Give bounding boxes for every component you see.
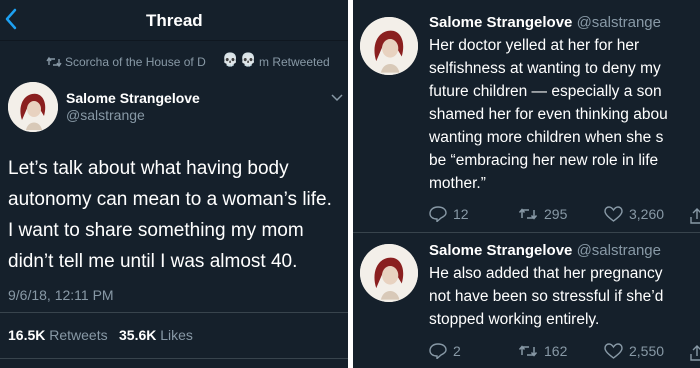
reply-text-line: selfishness at wanting to deny my	[429, 60, 661, 77]
thread-panel: Thread Scorcha of the House of D 💀 💀 m R…	[0, 0, 348, 368]
likes-stat[interactable]: 35.6K Likes	[119, 327, 193, 343]
like-action[interactable]: 3,260	[604, 206, 664, 222]
retweet-action[interactable]: 162	[518, 343, 567, 359]
reply-text-line: mother.”	[429, 175, 486, 192]
tweet-text-line: Let’s talk about what having body	[8, 158, 289, 179]
page-title: Thread	[146, 11, 203, 30]
like-icon	[604, 343, 623, 359]
divider	[0, 312, 348, 313]
retweet-icon	[518, 345, 538, 357]
share-icon[interactable]	[690, 345, 700, 361]
likes-count: 35.6K	[119, 327, 157, 343]
retweet-icon	[46, 56, 62, 68]
reply-action[interactable]: 2	[429, 343, 461, 359]
author-name[interactable]: Salome Strangelove	[66, 90, 200, 106]
retweet-icon	[518, 208, 538, 220]
likes-label: Likes	[160, 327, 193, 343]
tweet-text-line: didn’t tell me until I was almost 40.	[8, 251, 298, 272]
avatar[interactable]	[360, 17, 418, 75]
author-handle[interactable]: @salstrange	[577, 242, 661, 259]
reply-text-line: be “embracing her new role in life	[429, 152, 659, 169]
like-count: 2,550	[629, 343, 665, 359]
skull-icon: 💀	[240, 52, 257, 67]
header-divider	[0, 40, 348, 41]
author-handle[interactable]: @salstrange	[577, 14, 661, 31]
divider	[0, 358, 348, 359]
back-chevron-icon	[5, 8, 17, 30]
retweet-banner-name[interactable]: Scorcha of the House of D	[65, 55, 206, 69]
author-name[interactable]: Salome Strangelove	[429, 242, 572, 259]
reply-header: Salome Strangelove @salstrange	[429, 242, 661, 259]
replies-panel: Salome Strangelove @salstrange Her docto…	[353, 0, 700, 368]
like-count: 3,260	[629, 206, 665, 222]
reply-text-line: future children — especially a son	[429, 83, 662, 100]
back-button[interactable]	[4, 8, 24, 32]
reply-header: Salome Strangelove @salstrange	[429, 14, 661, 31]
reply-icon	[429, 343, 447, 359]
tweet-text-line: autonomy can mean to a woman’s life.	[8, 189, 332, 210]
tweet-timestamp: 9/6/18, 12:11 PM	[8, 287, 114, 303]
retweets-label: Retweets	[49, 327, 108, 343]
reply-text-line: shamed her for even thinking abou	[429, 106, 668, 123]
reply-text-line: He also added that her pregnancy	[429, 265, 663, 282]
avatar[interactable]	[360, 244, 418, 302]
tweet-text-line: I want to share something my mom	[8, 220, 304, 241]
reply-text-line: Her doctor yelled at her for her	[429, 37, 640, 54]
retweet-count: 295	[544, 206, 568, 222]
retweet-count: 162	[544, 343, 568, 359]
chevron-down-icon[interactable]	[331, 94, 343, 102]
reply-text-line: wanting more children when she s	[429, 129, 664, 146]
like-icon	[604, 206, 623, 222]
retweets-stat[interactable]: 16.5K Retweets	[8, 327, 108, 343]
reply-text-line: not have been so stressful if she’d	[429, 288, 664, 305]
reply-count: 12	[453, 206, 469, 222]
avatar[interactable]	[8, 82, 58, 132]
reply-icon	[429, 206, 447, 222]
author-name[interactable]: Salome Strangelove	[429, 14, 572, 31]
author-handle[interactable]: @salstrange	[66, 107, 145, 123]
share-icon[interactable]	[690, 208, 700, 224]
divider	[353, 232, 700, 233]
skull-icon: 💀	[222, 52, 239, 67]
retweet-action[interactable]: 295	[518, 206, 567, 222]
reply-count: 2	[453, 343, 461, 359]
reply-action[interactable]: 12	[429, 206, 469, 222]
retweets-count: 16.5K	[8, 327, 46, 343]
like-action[interactable]: 2,550	[604, 343, 664, 359]
retweet-banner-suffix: m Retweeted	[259, 55, 330, 69]
reply-text-line: stopped working entirely.	[429, 311, 600, 328]
